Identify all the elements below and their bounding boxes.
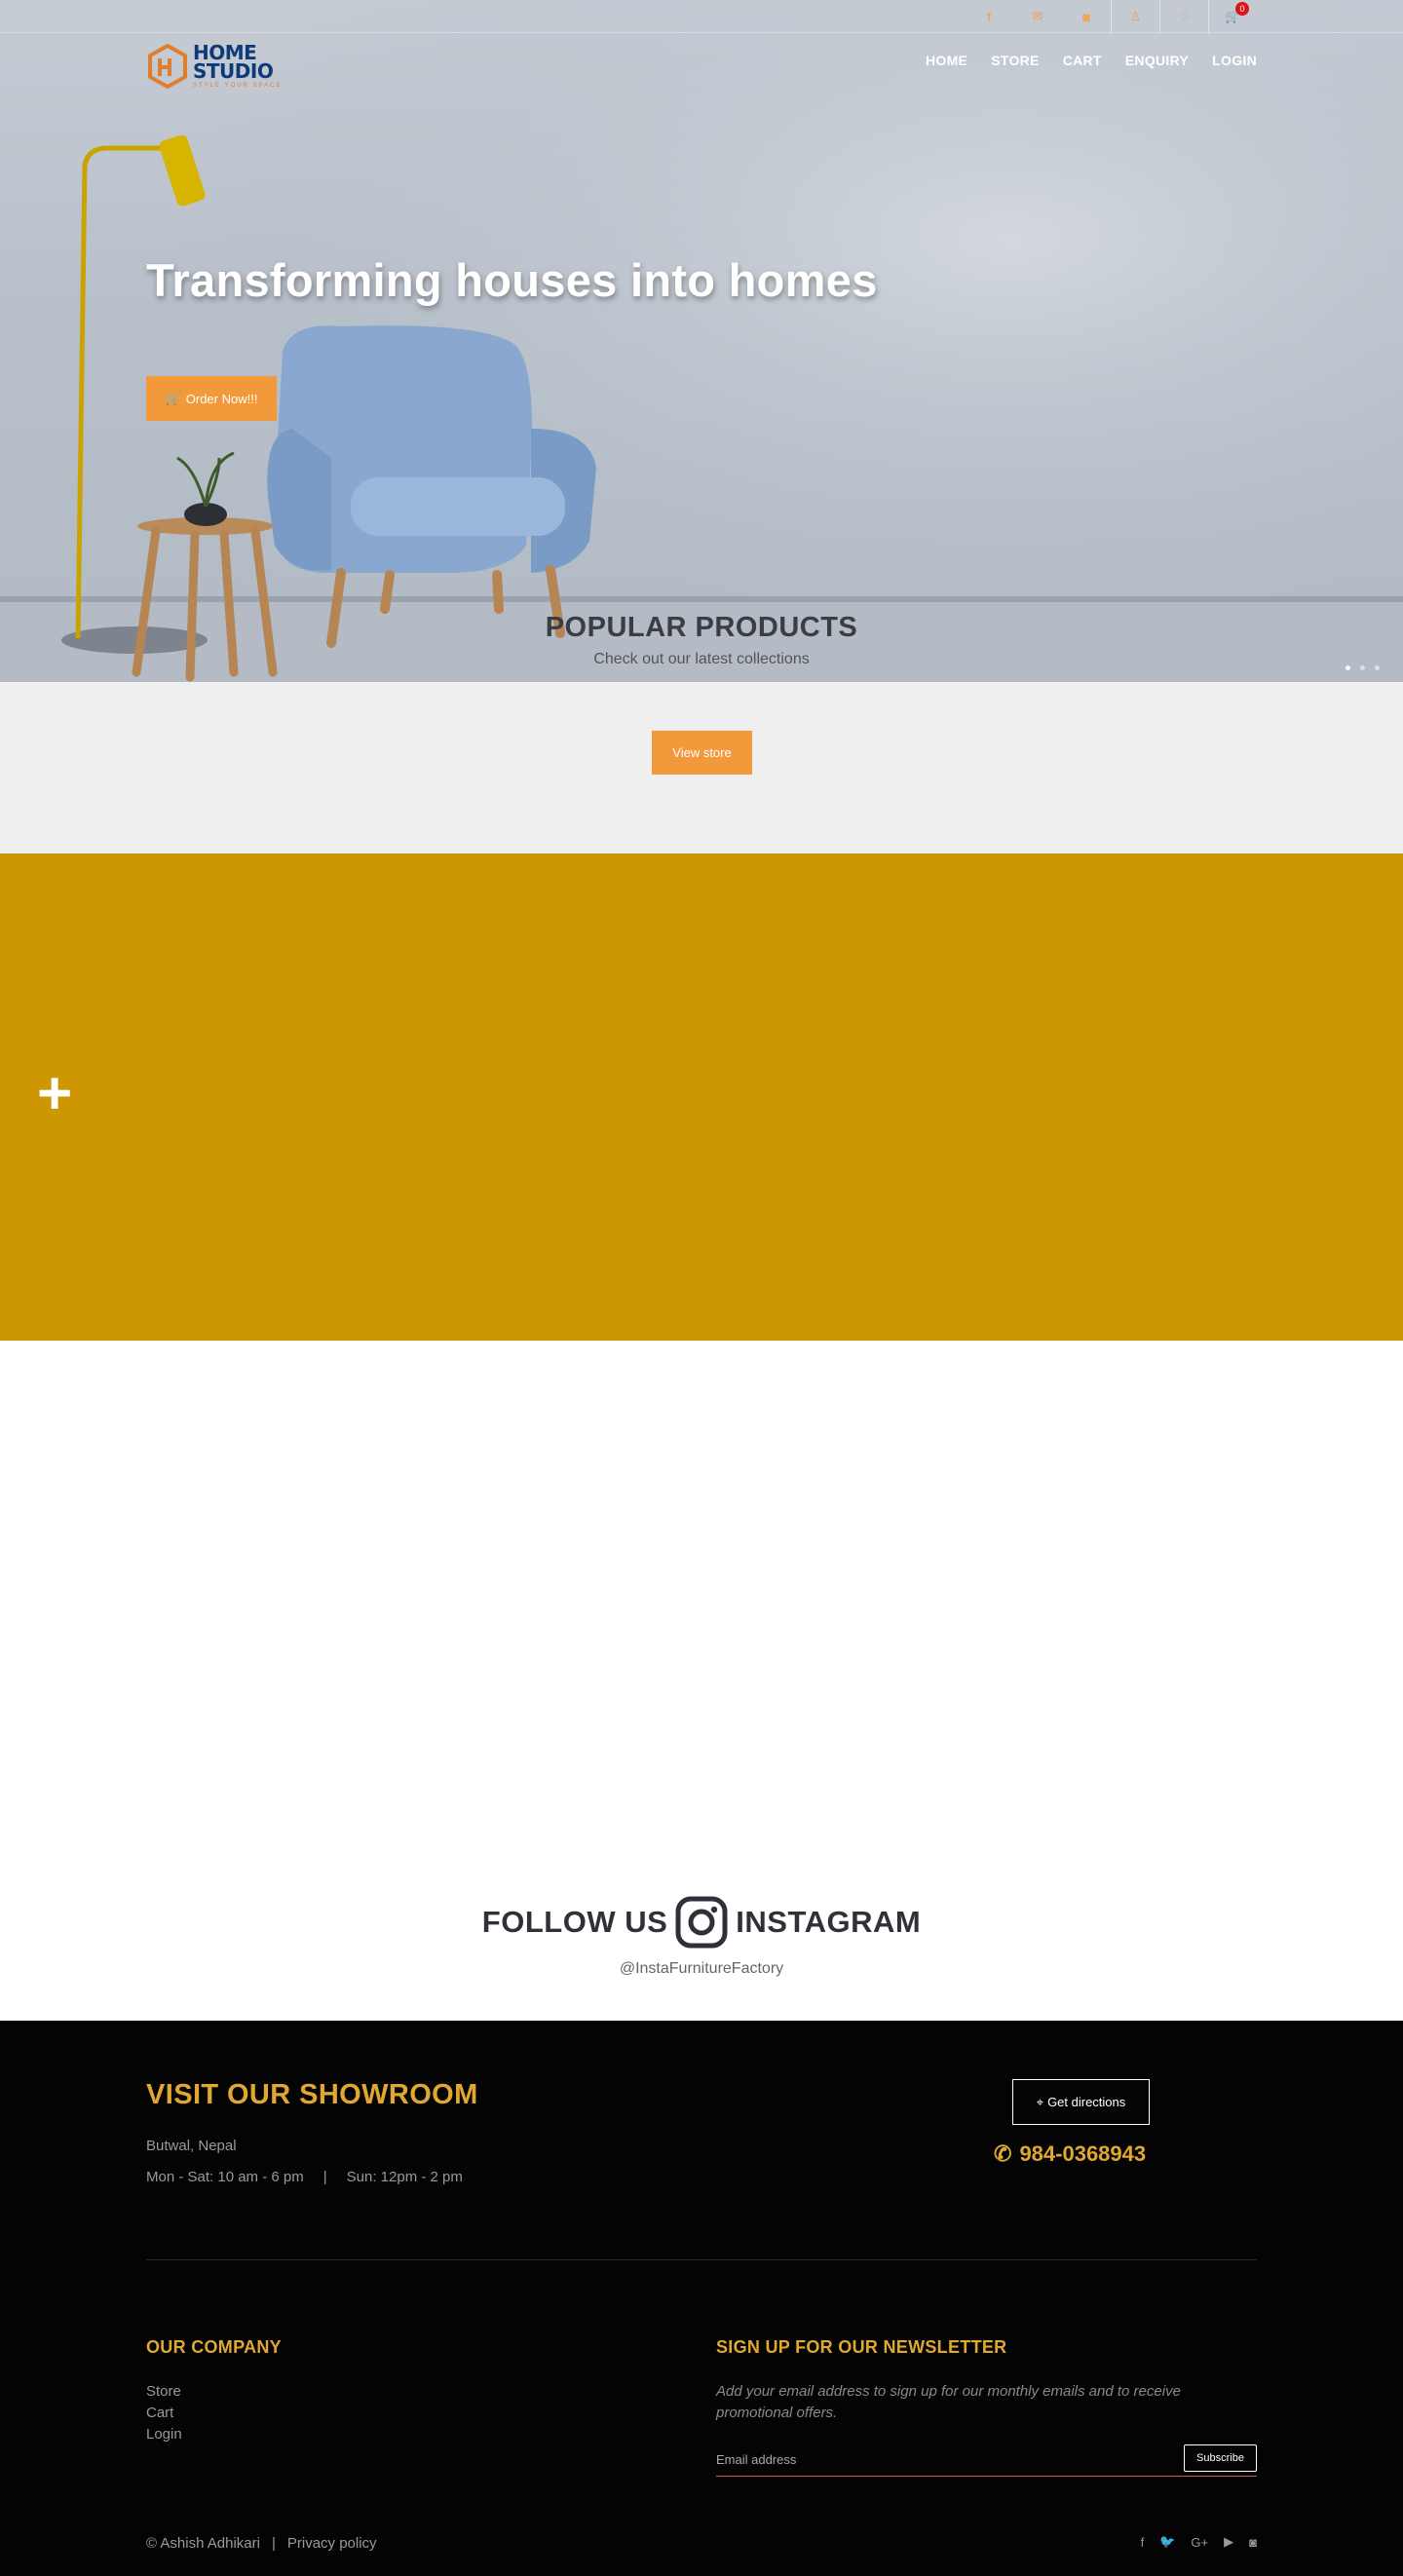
slider-dot-1[interactable] xyxy=(1346,665,1350,670)
logo-tagline: STYLE YOUR SPACE xyxy=(193,83,283,89)
copyright: © Ashish Adhikari | Privacy policy xyxy=(146,2535,377,2552)
site-footer: VISIT OUR SHOWROOM Butwal, Nepal Mon - S… xyxy=(0,2021,1403,2576)
newsletter-description: Add your email address to sign up for ou… xyxy=(716,2383,1181,2421)
cart-count-badge: 0 xyxy=(1235,2,1249,16)
heart-icon[interactable]: ♡ xyxy=(1159,0,1208,33)
phone-icon: ✆ xyxy=(994,2141,1012,2166)
logo-hexagon-icon xyxy=(148,43,187,90)
hours-separator: | xyxy=(322,2169,327,2185)
email-field[interactable] xyxy=(716,2443,1145,2475)
phone-number[interactable]: ✆ 984-0368943 xyxy=(994,2141,1146,2167)
sunday-hours: Sun: 12pm - 2 pm xyxy=(346,2169,463,2185)
weekday-hours: Mon - Sat: 10 am - 6 pm xyxy=(146,2169,304,2185)
subscribe-button[interactable]: Subscribe xyxy=(1184,2444,1257,2472)
mail-icon[interactable]: ✉ xyxy=(1013,0,1062,33)
slider-dots xyxy=(1346,665,1380,670)
company-links: Store Cart Login xyxy=(146,2383,182,2443)
instagram-follow-heading: FOLLOW US INSTAGRAM xyxy=(0,1896,1403,1949)
nav-store[interactable]: STORE xyxy=(991,53,1039,68)
hero-background-image xyxy=(0,0,1403,682)
facebook-icon[interactable]: f xyxy=(1141,2535,1145,2550)
hero-section: f ✉ ◙ ♙ ♡ 🛒 0 HOME STUDIO STYLE YOUR SPA… xyxy=(0,0,1403,682)
nav-login[interactable]: LOGIN xyxy=(1212,53,1257,68)
top-bar: f ✉ ◙ ♙ ♡ 🛒 0 xyxy=(0,0,1403,33)
showroom-address: Butwal, Nepal xyxy=(146,2138,237,2154)
facebook-icon[interactable]: f xyxy=(965,0,1013,33)
footer-link-store[interactable]: Store xyxy=(146,2383,182,2401)
instagram-icon[interactable]: ◙ xyxy=(1062,0,1111,33)
main-nav: HOME STORE CART ENQUIRY LOGIN xyxy=(926,53,1257,68)
youtube-icon[interactable]: ▶ xyxy=(1224,2534,1233,2550)
products-section: View store xyxy=(0,682,1403,853)
footer-divider xyxy=(146,2259,1257,2260)
nav-enquiry[interactable]: ENQUIRY xyxy=(1125,53,1189,68)
visit-showroom-title: VISIT OUR SHOWROOM xyxy=(146,2079,478,2110)
cart-icon[interactable]: 🛒 0 xyxy=(1208,0,1257,33)
logo-title-line2: STUDIO xyxy=(193,59,274,83)
showroom-hours: Mon - Sat: 10 am - 6 pm | Sun: 12pm - 2 … xyxy=(146,2169,463,2185)
newsletter-title: SIGN UP FOR OUR NEWSLETTER xyxy=(716,2337,1007,2357)
footer-social-icons: f 🐦 G+ ▶ ◙ xyxy=(1141,2534,1257,2550)
promo-banner: + xyxy=(0,853,1403,1341)
user-icon[interactable]: ♙ xyxy=(1111,0,1159,33)
popular-products-title: POPULAR PRODUCTS xyxy=(545,612,858,643)
twitter-icon[interactable]: 🐦 xyxy=(1159,2534,1175,2550)
view-store-button[interactable]: View store xyxy=(652,731,752,775)
footer-link-login[interactable]: Login xyxy=(146,2426,182,2443)
get-directions-button[interactable]: ⌖ Get directions xyxy=(1012,2079,1150,2125)
order-now-label: Order Now!!! xyxy=(185,391,258,406)
site-logo[interactable]: HOME STUDIO STYLE YOUR SPACE xyxy=(146,43,282,90)
instagram-icon[interactable] xyxy=(675,1896,728,1949)
popular-products-subtitle: Check out our latest collections xyxy=(593,651,810,667)
newsletter-form: Subscribe xyxy=(716,2443,1257,2477)
slider-dot-2[interactable] xyxy=(1360,665,1365,670)
copyright-text: © Ashish Adhikari xyxy=(146,2535,260,2552)
instagram-icon[interactable]: ◙ xyxy=(1249,2535,1257,2550)
privacy-policy-link[interactable]: Privacy policy xyxy=(287,2535,377,2552)
google-plus-icon[interactable]: G+ xyxy=(1191,2535,1208,2550)
copyright-separator: | xyxy=(271,2535,276,2552)
phone-number-text: 984-0368943 xyxy=(1019,2141,1147,2166)
nav-cart[interactable]: CART xyxy=(1063,53,1102,68)
follow-us-text: FOLLOW US xyxy=(481,1905,668,1939)
map-pin-icon: ⌖ xyxy=(1036,2094,1044,2109)
nav-home[interactable]: HOME xyxy=(926,53,967,68)
logo-text: HOME STUDIO STYLE YOUR SPACE xyxy=(193,43,283,89)
footer-link-cart[interactable]: Cart xyxy=(146,2405,182,2422)
expand-plus-icon[interactable]: + xyxy=(37,1064,72,1124)
slider-dot-3[interactable] xyxy=(1375,665,1380,670)
our-company-title: OUR COMPANY xyxy=(146,2337,282,2357)
order-now-button[interactable]: 🛒 Order Now!!! xyxy=(146,376,277,421)
instagram-text: INSTAGRAM xyxy=(736,1905,922,1939)
instagram-handle[interactable]: @InstaFurnitureFactory xyxy=(0,1960,1403,1978)
top-bar-icons: f ✉ ◙ ♙ ♡ 🛒 0 xyxy=(965,0,1257,33)
get-directions-label: Get directions xyxy=(1047,2095,1126,2109)
hero-title: Transforming houses into homes xyxy=(146,254,878,306)
cart-icon: 🛒 xyxy=(165,391,181,405)
